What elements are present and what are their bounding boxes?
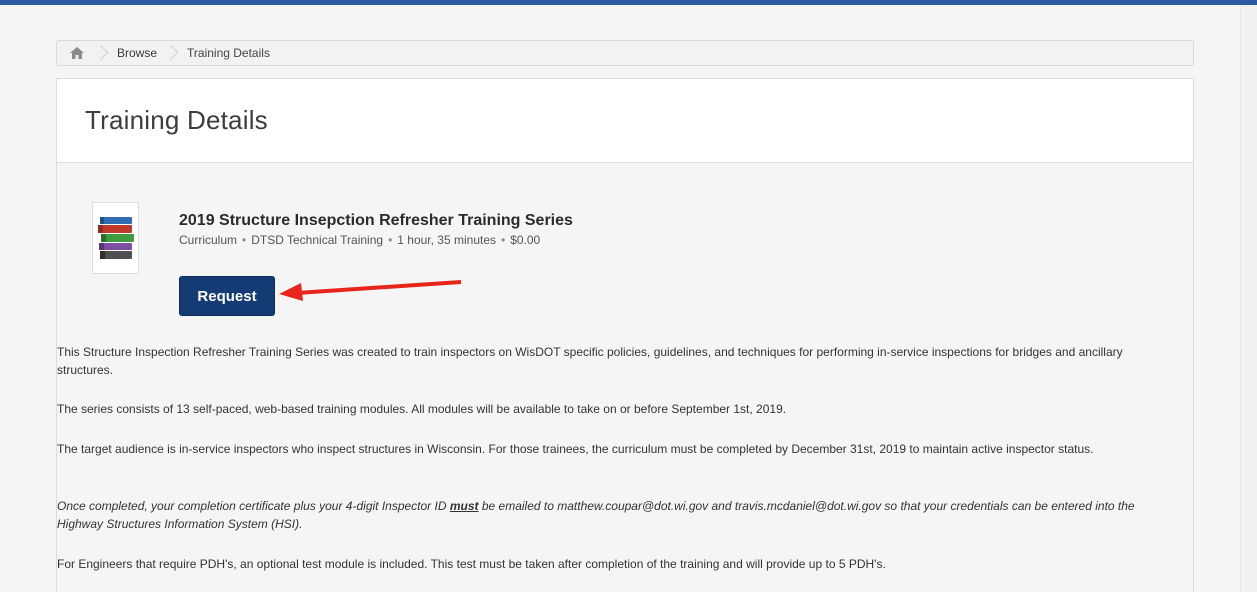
breadcrumb-item-browse[interactable]: Browse bbox=[111, 46, 167, 60]
breadcrumb-separator bbox=[167, 45, 175, 61]
instructions-text: Once completed, your completion certific… bbox=[57, 499, 450, 513]
breadcrumb-browse-link[interactable]: Browse bbox=[117, 46, 157, 60]
meta-separator: • bbox=[388, 233, 393, 247]
request-button[interactable]: Request bbox=[179, 276, 275, 316]
books-icon bbox=[97, 217, 134, 259]
description-paragraph: This Structure Inspection Refresher Trai… bbox=[57, 345, 1123, 377]
scrollbar-track[interactable] bbox=[1240, 5, 1257, 592]
meta-separator: • bbox=[242, 233, 247, 247]
course-price: $0.00 bbox=[510, 233, 541, 247]
must-emphasis: must bbox=[449, 499, 479, 513]
course-type: Curriculum bbox=[179, 233, 238, 247]
description-paragraph: The series consists of 13 self-paced, we… bbox=[57, 402, 787, 416]
breadcrumb-item-current: Training Details bbox=[187, 46, 270, 60]
breadcrumb-separator bbox=[97, 45, 105, 61]
course-duration: 1 hour, 35 minutes bbox=[397, 233, 496, 247]
description-paragraph: The target audience is in-service inspec… bbox=[57, 442, 1094, 456]
meta-separator: • bbox=[501, 233, 506, 247]
course-title[interactable]: 2019 Structure Insepction Refresher Trai… bbox=[179, 212, 573, 230]
top-accent-bar bbox=[0, 0, 1257, 5]
red-arrow-annotation bbox=[279, 280, 462, 301]
course-thumbnail bbox=[92, 202, 139, 274]
breadcrumb: Browse Training Details bbox=[56, 40, 1194, 66]
home-icon bbox=[70, 47, 84, 59]
description-paragraph: For Engineers that require PDH's, an opt… bbox=[57, 557, 886, 571]
card-header: Training Details bbox=[57, 79, 1193, 163]
description-paragraph: Once completed, your completion certific… bbox=[57, 497, 1157, 533]
course-provider: DTSD Technical Training bbox=[251, 233, 384, 247]
page-title: Training Details bbox=[85, 105, 268, 135]
course-meta: Curriculum • DTSD Technical Training • 1… bbox=[179, 233, 540, 247]
breadcrumb-home[interactable] bbox=[57, 47, 97, 59]
training-details-card: Training Details 2019 Structure Insepcti… bbox=[56, 78, 1194, 592]
